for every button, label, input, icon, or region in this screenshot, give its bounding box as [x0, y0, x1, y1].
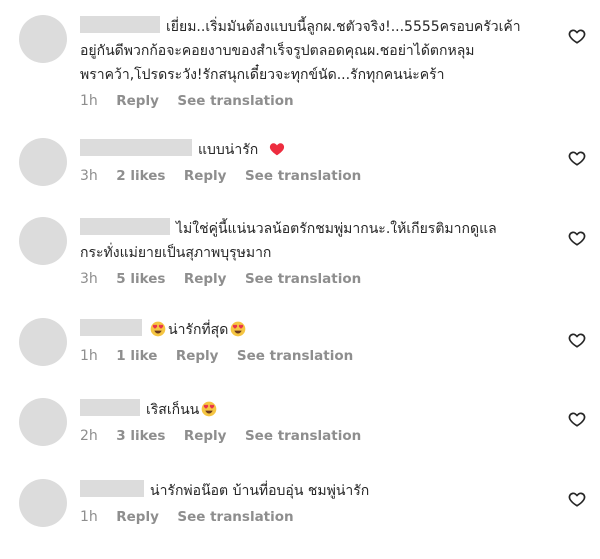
comment-body: เริสเก็นน 2h 3 likes Reply See translati… — [80, 398, 564, 446]
heart-outline-icon[interactable] — [568, 490, 586, 508]
comment-text-line: เริสเก็นน — [146, 402, 200, 418]
comment-time[interactable]: 3h — [80, 168, 98, 184]
heart-eyes-emoji — [150, 321, 166, 337]
likes-count[interactable]: 2 likes — [116, 168, 165, 184]
comment-text: ไม่ใช่คู่นี้แน่นวลน้อตรักชมพู่มากนะ.ให้เ… — [80, 217, 564, 265]
heart-eyes-emoji — [201, 401, 217, 417]
heart-eyes-emoji — [230, 321, 246, 337]
comment-body: แบบน่ารัก 3h 2 likes Reply See translati… — [80, 138, 564, 186]
avatar[interactable] — [19, 217, 67, 265]
see-translation-button[interactable]: See translation — [237, 348, 353, 364]
comment-body: น่ารักพ่อน๊อต บ้านที่อบอุ่น ชมพู่น่ารัก … — [80, 479, 564, 527]
reply-button[interactable]: Reply — [116, 509, 159, 525]
comment-time[interactable]: 1h — [80, 509, 98, 525]
reply-button[interactable]: Reply — [184, 271, 227, 287]
avatar[interactable] — [19, 479, 67, 527]
see-translation-button[interactable]: See translation — [177, 509, 293, 525]
reply-button[interactable]: Reply — [184, 428, 227, 444]
comment-meta: 2h 3 likes Reply See translation — [80, 426, 564, 446]
comment-list: เยี่ยม..เริ่มมันต้องแบบนี้ลูกผ.ชตัวจริง!… — [0, 0, 600, 559]
comment-time[interactable]: 1h — [80, 93, 98, 109]
comment-text: น่ารักที่สุด — [80, 318, 564, 342]
username-redacted[interactable] — [80, 139, 192, 156]
comment-text: แบบน่ารัก — [80, 138, 564, 162]
see-translation-button[interactable]: See translation — [245, 428, 361, 444]
comment-text: เยี่ยม..เริ่มมันต้องแบบนี้ลูกผ.ชตัวจริง!… — [80, 15, 564, 87]
see-translation-button[interactable]: See translation — [245, 271, 361, 287]
comment-text-line: น่ารักพ่อน๊อต บ้านที่อบอุ่น ชมพู่น่ารัก — [150, 483, 370, 499]
heart-outline-icon[interactable] — [568, 229, 586, 247]
comment-text-line: ไม่ใช่คู่นี้แน่นวลน้อตรักชมพู่มากนะ.ให้เ… — [176, 221, 497, 237]
comment-meta: 3h 2 likes Reply See translation — [80, 166, 564, 186]
heart-outline-icon[interactable] — [568, 410, 586, 428]
likes-count[interactable]: 1 like — [116, 348, 157, 364]
comment-text-line: แบบน่ารัก — [198, 142, 259, 158]
comment-text: น่ารักพ่อน๊อต บ้านที่อบอุ่น ชมพู่น่ารัก — [80, 479, 564, 503]
likes-count[interactable]: 3 likes — [116, 428, 165, 444]
comment-text-line: กระทั่งแม่ยายเป็นสุภาพบุรุษมาก — [80, 245, 272, 261]
comment-meta: 1h Reply See translation — [80, 507, 564, 527]
username-redacted[interactable] — [80, 399, 140, 416]
username-redacted[interactable] — [80, 319, 142, 336]
reply-button[interactable]: Reply — [176, 348, 219, 364]
comment-body: ไม่ใช่คู่นี้แน่นวลน้อตรักชมพู่มากนะ.ให้เ… — [80, 217, 564, 289]
username-redacted[interactable] — [80, 218, 170, 235]
see-translation-button[interactable]: See translation — [245, 168, 361, 184]
red-heart-emoji — [269, 143, 284, 156]
username-redacted[interactable] — [80, 16, 160, 33]
see-translation-button[interactable]: See translation — [177, 93, 293, 109]
heart-outline-icon[interactable] — [568, 27, 586, 45]
comment-meta: 1h Reply See translation — [80, 91, 564, 111]
avatar[interactable] — [19, 318, 67, 366]
avatar[interactable] — [19, 15, 67, 63]
comment-text: เริสเก็นน — [80, 398, 564, 422]
comment-text-line: อยู่กันดีพวกก้อจะคอยงาบของสำเร็จรูปตลอดค… — [80, 43, 475, 59]
avatar[interactable] — [19, 398, 67, 446]
username-redacted[interactable] — [80, 480, 144, 497]
comment-meta: 3h 5 likes Reply See translation — [80, 269, 564, 289]
heart-outline-icon[interactable] — [568, 331, 586, 349]
comment-time[interactable]: 3h — [80, 271, 98, 287]
reply-button[interactable]: Reply — [116, 93, 159, 109]
heart-outline-icon[interactable] — [568, 149, 586, 167]
comment-body: น่ารักที่สุด 1h 1 like Reply See transla… — [80, 318, 564, 366]
reply-button[interactable]: Reply — [184, 168, 227, 184]
comment-text-line: น่ารักที่สุด — [168, 322, 229, 338]
comment-body: เยี่ยม..เริ่มมันต้องแบบนี้ลูกผ.ชตัวจริง!… — [80, 15, 564, 111]
comment-text-line: เยี่ยม..เริ่มมันต้องแบบนี้ลูกผ.ชตัวจริง!… — [166, 19, 521, 35]
comment-text-line: พราคว้า,โปรดระวัง!รักสนุกเดี๋ยวจะทุกข์นั… — [80, 67, 445, 83]
likes-count[interactable]: 5 likes — [116, 271, 165, 287]
comment-time[interactable]: 2h — [80, 428, 98, 444]
comment-time[interactable]: 1h — [80, 348, 98, 364]
comment-meta: 1h 1 like Reply See translation — [80, 346, 564, 366]
avatar[interactable] — [19, 138, 67, 186]
